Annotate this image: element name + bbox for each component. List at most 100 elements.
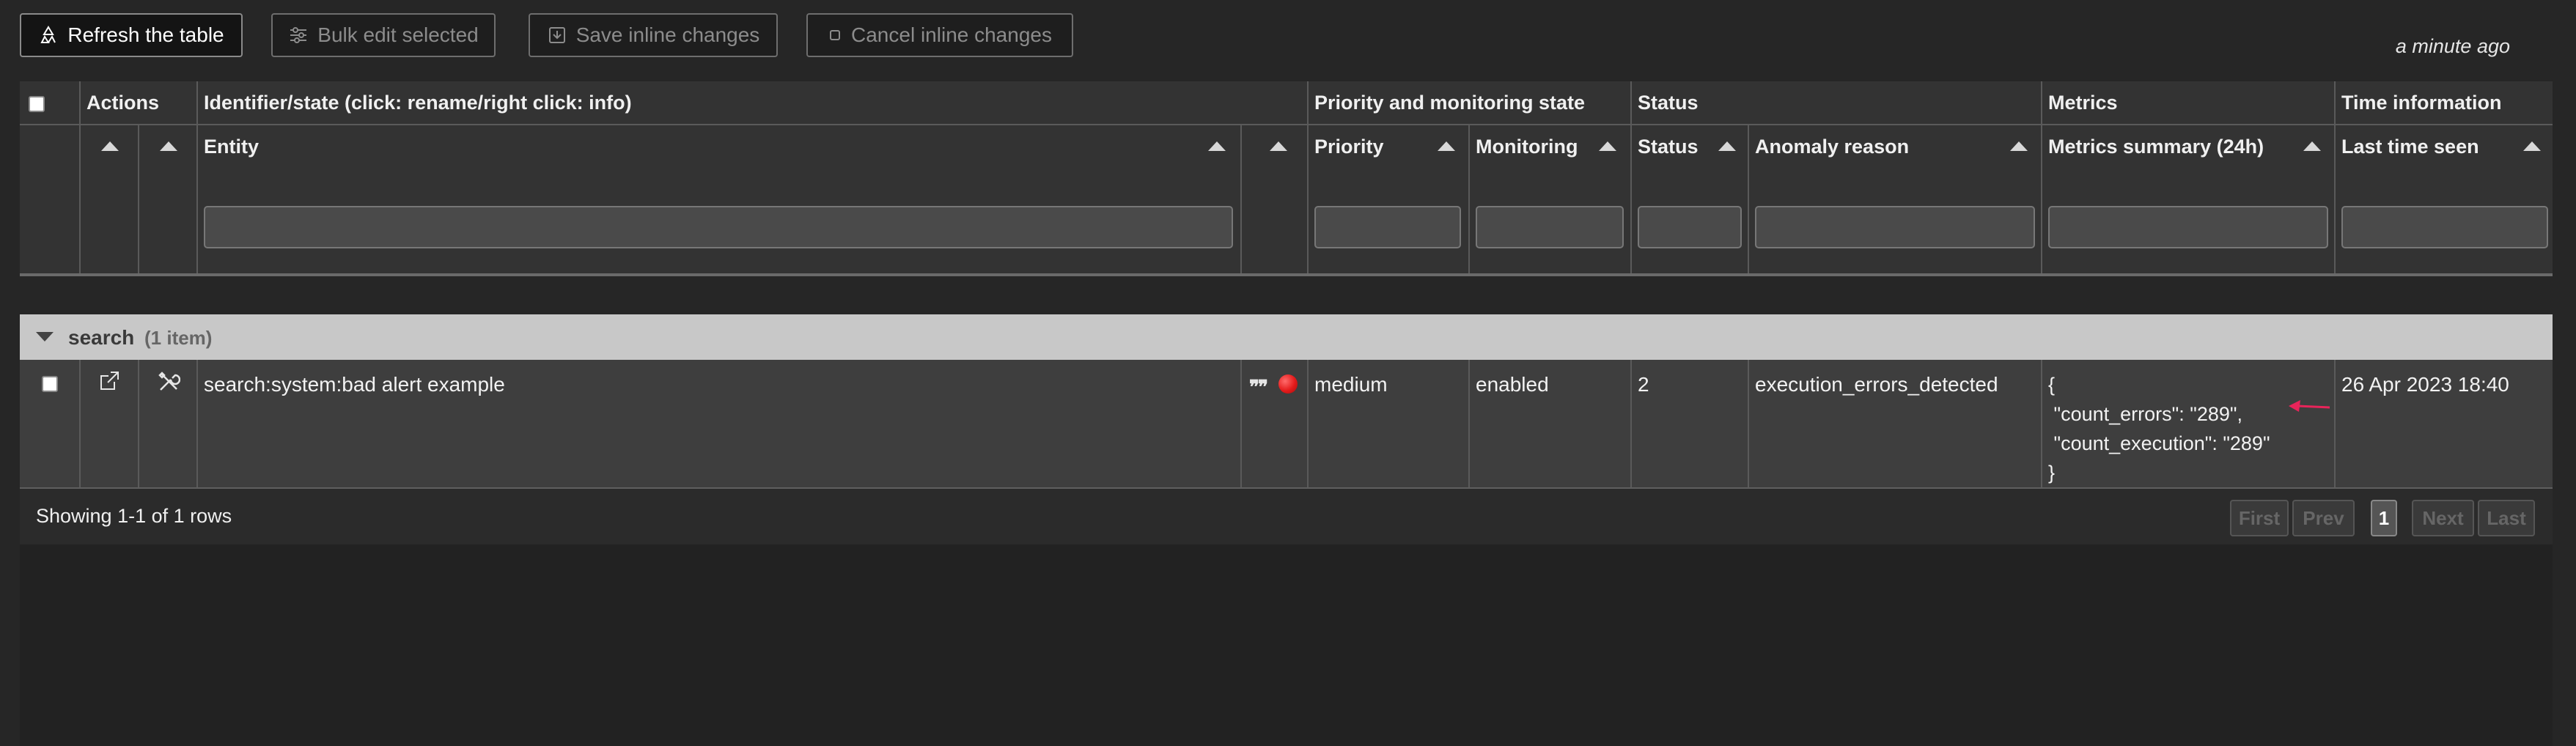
quote-icon: ❞❞ (1249, 376, 1268, 398)
row-tools-cell (138, 360, 196, 487)
identifier-group-header: Identifier/state (click: rename/right cl… (196, 81, 1307, 125)
row-select-checkbox[interactable] (42, 376, 58, 392)
state-column-header[interactable] (1240, 125, 1307, 273)
anomaly-reason-filter-input[interactable] (1755, 206, 2035, 248)
save-inline-changes-button[interactable]: Save inline changes (529, 13, 778, 57)
last-seen-value: 26 Apr 2023 18:40 (2341, 373, 2509, 396)
sort-asc-icon[interactable] (2303, 141, 2321, 151)
actions-group-header: Actions (79, 81, 196, 125)
monitoring-cell[interactable]: enabled (1468, 360, 1630, 487)
table-footer: Showing 1-1 of 1 rows First Prev 1 Next … (20, 489, 2553, 544)
pager-page-1-button[interactable]: 1 (2371, 500, 2397, 536)
status-group-header: Status (1630, 81, 2041, 125)
time-group-label: Time information (2341, 92, 2502, 114)
refresh-table-button[interactable]: Refresh the table (20, 13, 243, 57)
sort-asc-icon[interactable] (101, 141, 119, 151)
sort-asc-icon[interactable] (2523, 141, 2541, 151)
priority-value: medium (1314, 373, 1388, 396)
priority-monitoring-group-label: Priority and monitoring state (1314, 92, 1586, 114)
save-inline-changes-label: Save inline changes (575, 23, 760, 46)
red-status-dot-icon[interactable] (1278, 374, 1298, 394)
anomaly-reason-column-label: Anomaly reason (1755, 136, 1910, 158)
entity-filter-input[interactable] (204, 206, 1233, 248)
status-column-label: Status (1638, 136, 1699, 158)
pager-next-button[interactable]: Next (2412, 500, 2474, 536)
recycle-icon (38, 25, 59, 45)
table-group-header-row: Actions Identifier/state (click: rename/… (20, 81, 2553, 125)
status-filter-input[interactable] (1638, 206, 1742, 248)
priority-filter-input[interactable] (1314, 206, 1461, 248)
status-cell[interactable]: 2 (1630, 360, 1748, 487)
stop-icon (828, 28, 842, 43)
priority-monitoring-group-header: Priority and monitoring state (1307, 81, 1630, 125)
anomaly-reason-value: execution_errors_detected (1755, 373, 1998, 396)
open-column-header[interactable] (79, 125, 138, 273)
pager-prev-button[interactable]: Prev (2292, 500, 2355, 536)
bulk-edit-label: Bulk edit selected (317, 23, 479, 46)
metrics-summary-column-label: Metrics summary (24h) (2048, 136, 2264, 158)
group-name: search (68, 326, 135, 349)
select-all-cell (20, 81, 79, 125)
table-column-header-row: Entity Priority Monitoring Status Anomal… (20, 125, 2553, 276)
last-seen-filter-input[interactable] (2341, 206, 2548, 248)
rows-count-text: Showing 1-1 of 1 rows (36, 505, 232, 527)
tools-icon[interactable] (157, 370, 181, 397)
save-icon (547, 25, 567, 45)
select-all-checkbox[interactable] (29, 96, 45, 112)
identifier-group-label: Identifier/state (click: rename/right cl… (204, 92, 632, 114)
metrics-group-label: Metrics (2048, 92, 2118, 114)
cancel-inline-changes-button[interactable]: Cancel inline changes (806, 13, 1073, 57)
monitoring-filter-input[interactable] (1476, 206, 1624, 248)
anomaly-reason-cell[interactable]: execution_errors_detected (1748, 360, 2041, 487)
anomaly-reason-column-header[interactable]: Anomaly reason (1748, 125, 2041, 273)
last-seen-column-label: Last time seen (2341, 136, 2479, 158)
priority-cell[interactable]: medium (1307, 360, 1468, 487)
sort-asc-icon[interactable] (1599, 141, 1616, 151)
sort-asc-icon[interactable] (160, 141, 177, 151)
last-seen-column-header[interactable]: Last time seen (2334, 125, 2553, 273)
status-value: 2 (1638, 373, 1649, 396)
metrics-summary-cell[interactable]: { "count_errors": "289", "count_executio… (2041, 360, 2334, 487)
sort-asc-icon[interactable] (1270, 141, 1287, 151)
last-seen-cell[interactable]: 26 Apr 2023 18:40 (2334, 360, 2553, 487)
sort-asc-icon[interactable] (2010, 141, 2028, 151)
pager-first-button[interactable]: First (2230, 500, 2289, 536)
external-link-icon[interactable] (98, 370, 120, 396)
pager-last-button[interactable]: Last (2478, 500, 2535, 536)
sort-asc-icon[interactable] (1208, 141, 1226, 151)
row-select-cell (20, 360, 79, 487)
entity-name[interactable]: search:system:bad alert example (204, 373, 505, 396)
metrics-group-header: Metrics (2041, 81, 2334, 125)
table-row[interactable]: search:system:bad alert example ❞❞ mediu… (20, 360, 2553, 489)
group-row-search[interactable]: search (1 item) (20, 314, 2553, 360)
priority-column-label: Priority (1314, 136, 1384, 158)
monitoring-value: enabled (1476, 373, 1549, 396)
tools-column-header[interactable] (138, 125, 196, 273)
arrow-left-icon (2286, 398, 2331, 419)
entity-column-header[interactable]: Entity (196, 125, 1240, 273)
actions-group-label: Actions (87, 92, 160, 114)
metrics-summary-filter-input[interactable] (2048, 206, 2328, 248)
state-cell[interactable]: ❞❞ (1240, 360, 1307, 487)
bulk-edit-button[interactable]: Bulk edit selected (271, 13, 496, 57)
sort-asc-icon[interactable] (1438, 141, 1455, 151)
metrics-summary-column-header[interactable]: Metrics summary (24h) (2041, 125, 2334, 273)
monitoring-column-header[interactable]: Monitoring (1468, 125, 1630, 273)
cancel-inline-changes-label: Cancel inline changes (851, 23, 1052, 46)
last-updated-text: a minute ago (2395, 35, 2510, 57)
metrics-summary-value: { "count_errors": "289", "count_executio… (2048, 374, 2270, 484)
time-group-header: Time information (2334, 81, 2553, 125)
status-group-label: Status (1638, 92, 1699, 114)
row-open-cell (79, 360, 138, 487)
toolbar: Refresh the table Bulk edit selected Sav… (20, 13, 2556, 59)
priority-column-header[interactable]: Priority (1307, 125, 1468, 273)
collapse-caret-icon[interactable] (36, 332, 54, 341)
refresh-table-label: Refresh the table (67, 23, 224, 46)
sliders-icon (288, 25, 309, 45)
entity-column-label: Entity (204, 136, 260, 158)
sort-asc-icon[interactable] (1718, 141, 1736, 151)
monitoring-column-label: Monitoring (1476, 136, 1578, 158)
entity-cell[interactable]: search:system:bad alert example (196, 360, 1240, 487)
status-column-header[interactable]: Status (1630, 125, 1748, 273)
checkbox-column-header (20, 125, 79, 273)
